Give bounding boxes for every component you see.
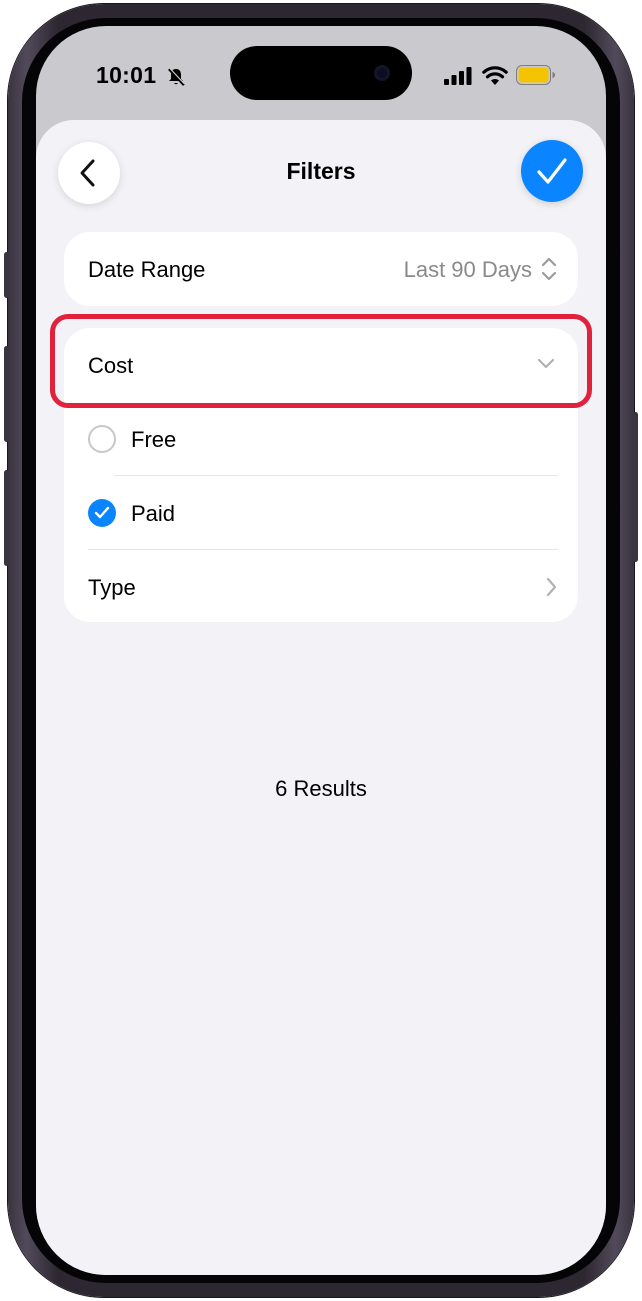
volume-down-button bbox=[4, 470, 9, 566]
radio-unchecked-icon[interactable] bbox=[88, 425, 116, 453]
option-paid-label: Paid bbox=[131, 501, 176, 526]
checkmark-icon bbox=[94, 506, 110, 519]
chevron-right-icon bbox=[546, 577, 557, 597]
filters-sheet: Filters Date Range Last 90 Days Cost Fre… bbox=[36, 120, 606, 1275]
date-range-card: Date Range Last 90 Days bbox=[64, 232, 578, 306]
cost-card: Cost Free Paid Type bbox=[64, 328, 578, 622]
action-button bbox=[4, 252, 9, 298]
date-range-row[interactable]: Date Range Last 90 Days bbox=[64, 232, 578, 306]
chevron-up-down-icon bbox=[541, 257, 557, 281]
results-count: 6 Results bbox=[275, 776, 367, 801]
volume-up-button bbox=[4, 346, 9, 442]
type-row[interactable]: Type bbox=[64, 550, 578, 624]
option-paid[interactable]: Paid bbox=[64, 476, 578, 550]
date-range-value: Last 90 Days bbox=[403, 257, 532, 282]
status-time: 10:01 bbox=[96, 62, 157, 88]
done-button[interactable] bbox=[521, 140, 583, 202]
cellular-signal-icon bbox=[444, 67, 472, 85]
cost-label: Cost bbox=[88, 353, 134, 378]
cost-row[interactable]: Cost bbox=[64, 328, 578, 402]
option-free[interactable]: Free bbox=[64, 402, 578, 476]
front-camera bbox=[374, 65, 390, 81]
option-free-label: Free bbox=[131, 427, 177, 452]
status-bar: 10:01 bbox=[36, 26, 606, 126]
wifi-icon bbox=[482, 66, 508, 85]
type-label: Type bbox=[88, 575, 136, 600]
date-range-label: Date Range bbox=[88, 257, 206, 282]
power-button bbox=[633, 412, 638, 562]
checkmark-icon bbox=[537, 158, 567, 184]
chevron-down-icon bbox=[537, 358, 555, 369]
screen: 10:01 Filters Date Range Last 90 Days Co… bbox=[36, 26, 606, 1275]
silent-bell-icon bbox=[168, 67, 185, 86]
radio-checked-icon[interactable] bbox=[88, 499, 116, 527]
battery-icon bbox=[516, 65, 555, 85]
